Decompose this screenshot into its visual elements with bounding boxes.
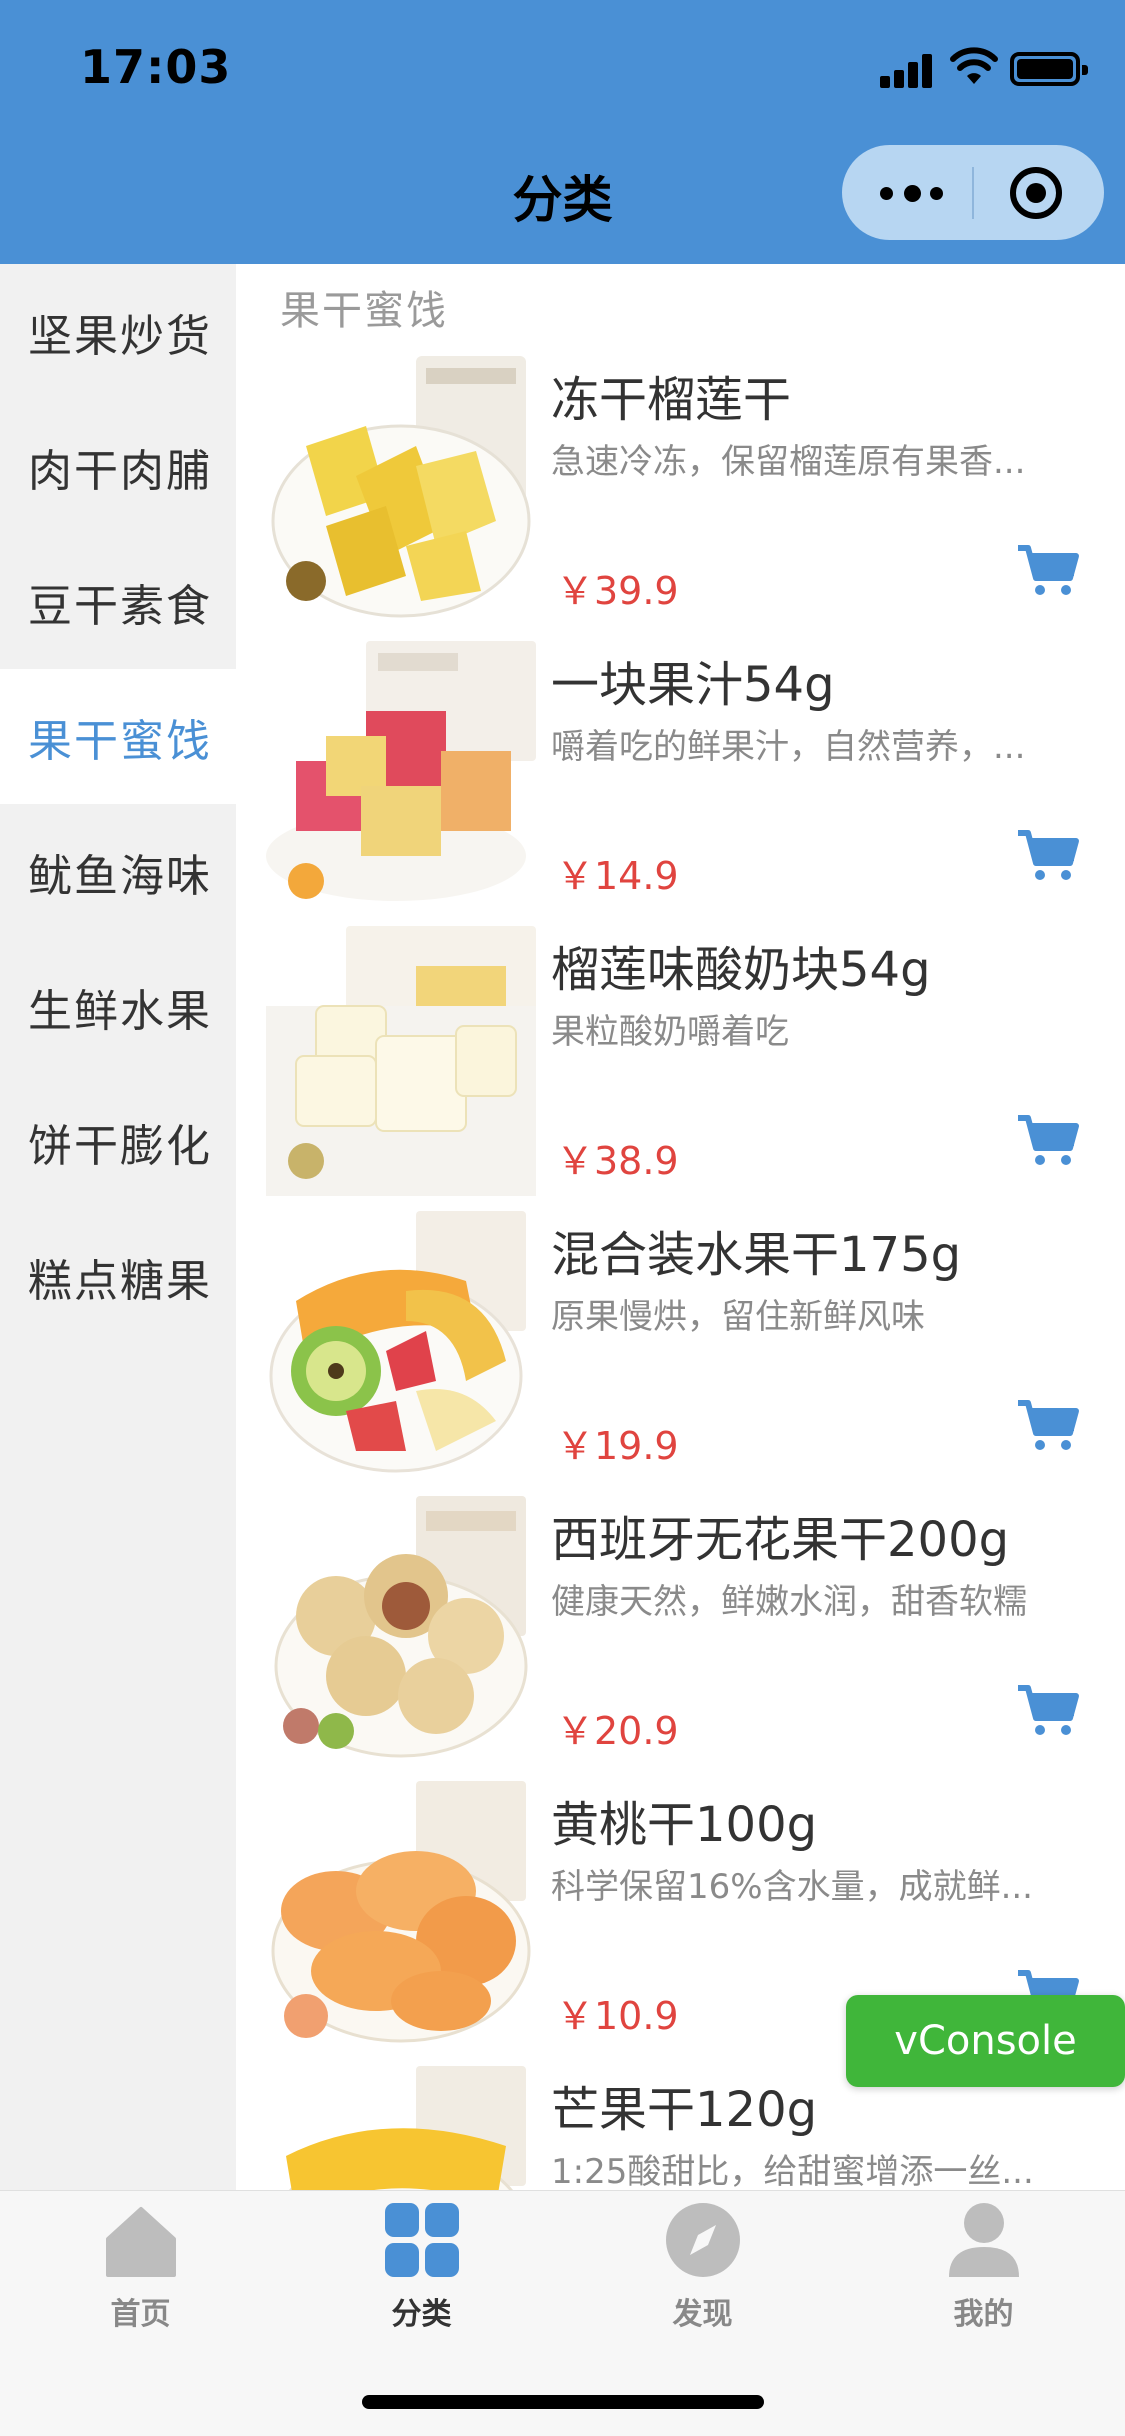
- tab-label: 发现: [672, 2297, 733, 2332]
- add-to-cart-icon[interactable]: [1016, 1397, 1080, 1453]
- product-item[interactable]: 西班牙无花果干200g 健康天然，鲜嫩水润，甜香软糯 ￥20.9: [236, 1496, 1125, 1781]
- product-price: ￥14.9: [556, 854, 679, 898]
- product-price: ￥19.9: [556, 1424, 679, 1468]
- product-image-yogurt-cubes: [266, 926, 536, 1196]
- add-to-cart-icon[interactable]: [1016, 827, 1080, 883]
- product-price: ￥10.9: [556, 1994, 679, 2038]
- section-title: 果干蜜饯: [280, 288, 448, 334]
- more-menu-icon[interactable]: [880, 179, 960, 207]
- category-sidebar: 坚果炒货 肉干肉脯 豆干素食 果干蜜饯 鱿鱼海味 生鲜水果 饼干膨化 糕点糖果: [0, 264, 236, 2190]
- home-icon: [106, 2207, 176, 2277]
- miniprogram-capsule: [842, 145, 1104, 240]
- sidebar-item-pastry[interactable]: 糕点糖果: [0, 1209, 236, 1344]
- product-desc: 果粒酸奶嚼着吃: [551, 1012, 789, 1052]
- add-to-cart-icon[interactable]: [1016, 1112, 1080, 1168]
- product-desc: 急速冷冻，保留榴莲原有果香...: [551, 442, 1026, 482]
- product-desc: 嚼着吃的鲜果汁，自然营养，...: [551, 727, 1026, 767]
- product-image-mango: [286, 2066, 526, 2190]
- cellular-signal-icon: [880, 52, 936, 88]
- add-to-cart-icon[interactable]: [1016, 542, 1080, 598]
- product-image-juice-cubes: [266, 641, 536, 901]
- product-item[interactable]: 一块果汁54g 嚼着吃的鲜果汁，自然营养，... ￥14.9: [236, 641, 1125, 926]
- tab-category[interactable]: 分类: [281, 2191, 562, 2341]
- sidebar-item-tofu[interactable]: 豆干素食: [0, 534, 236, 669]
- category-grid-icon: [385, 2203, 459, 2277]
- sidebar-item-nuts[interactable]: 坚果炒货: [0, 264, 236, 399]
- sidebar-item-fresh-fruit[interactable]: 生鲜水果: [0, 939, 236, 1074]
- product-name: 黄桃干100g: [551, 1797, 818, 1853]
- product-name: 榴莲味酸奶块54g: [551, 942, 931, 998]
- product-desc: 原果慢烘，留住新鲜风味: [551, 1297, 925, 1337]
- tab-mine[interactable]: 我的: [843, 2191, 1124, 2341]
- product-desc: 健康天然，鲜嫩水润，甜香软糯: [551, 1582, 1027, 1622]
- product-image-figs: [274, 1496, 528, 1758]
- product-image-durian: [271, 356, 531, 618]
- status-time: 17:03: [80, 40, 232, 94]
- tab-label: 分类: [391, 2297, 452, 2332]
- product-price: ￥20.9: [556, 1709, 679, 1753]
- add-to-cart-icon[interactable]: [1016, 1682, 1080, 1738]
- product-item[interactable]: 榴莲味酸奶块54g 果粒酸奶嚼着吃 ￥38.9: [236, 926, 1125, 1211]
- vconsole-button[interactable]: vConsole: [846, 1995, 1125, 2087]
- sidebar-item-seafood[interactable]: 鱿鱼海味: [0, 804, 236, 939]
- person-icon: [949, 2203, 1019, 2277]
- top-bar: 17:03 分类: [0, 0, 1125, 264]
- product-price: ￥39.9: [556, 569, 679, 613]
- product-list[interactable]: 果干蜜饯 冻干榴莲干 急速冷冻，保留榴莲原有果香... ￥39.9 一块果汁54…: [236, 264, 1125, 2190]
- product-desc: 科学保留16%含水量，成就鲜...: [551, 1867, 1033, 1907]
- tab-label: 首页: [110, 2297, 171, 2332]
- home-indicator: [362, 2395, 764, 2409]
- sidebar-item-biscuits[interactable]: 饼干膨化: [0, 1074, 236, 1209]
- product-name: 混合装水果干175g: [551, 1227, 962, 1283]
- product-image-peach: [271, 1781, 531, 2043]
- product-image-mixed-fruit: [269, 1211, 526, 1473]
- product-name: 芒果干120g: [551, 2082, 818, 2138]
- tab-home[interactable]: 首页: [0, 2191, 281, 2341]
- product-desc: 1:25酸甜比，给甜蜜增添一丝...: [551, 2152, 1034, 2190]
- product-price: ￥38.9: [556, 1139, 679, 1183]
- product-name: 西班牙无花果干200g: [551, 1512, 1010, 1568]
- sidebar-item-jerky[interactable]: 肉干肉脯: [0, 399, 236, 534]
- compass-icon: [666, 2203, 740, 2277]
- wifi-icon: [950, 47, 998, 84]
- product-name: 冻干榴莲干: [551, 372, 792, 428]
- product-item[interactable]: 冻干榴莲干 急速冷冻，保留榴莲原有果香... ￥39.9: [236, 356, 1125, 641]
- close-miniprogram-icon[interactable]: [1010, 167, 1062, 219]
- sidebar-item-dried-fruit[interactable]: 果干蜜饯: [0, 669, 236, 804]
- capsule-divider: [972, 167, 974, 219]
- product-item[interactable]: 混合装水果干175g 原果慢烘，留住新鲜风味 ￥19.9: [236, 1211, 1125, 1496]
- product-name: 一块果汁54g: [551, 657, 835, 713]
- tab-discover[interactable]: 发现: [562, 2191, 843, 2341]
- battery-icon: [1010, 52, 1088, 86]
- tab-label: 我的: [953, 2297, 1014, 2332]
